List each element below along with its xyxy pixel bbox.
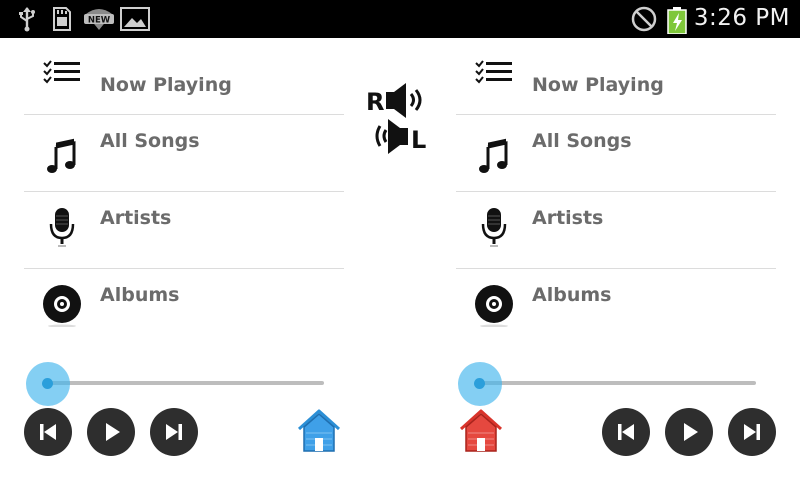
right-menu-all-songs[interactable]: All Songs — [456, 115, 776, 192]
microphone-icon — [481, 208, 507, 247]
home-icon — [459, 409, 503, 452]
album-disc-icon — [475, 285, 513, 327]
next-icon — [166, 424, 182, 440]
playlist-icon — [475, 60, 512, 84]
battery-charging-icon — [667, 7, 687, 34]
previous-icon — [40, 424, 56, 440]
sd-card-icon — [53, 7, 71, 31]
music-note-icon — [479, 138, 508, 173]
menu-label: Now Playing — [100, 74, 232, 96]
right-play-button[interactable] — [665, 408, 713, 456]
previous-icon — [618, 424, 634, 440]
right-menu-now-playing[interactable]: Now Playing — [456, 38, 776, 115]
left-play-button[interactable] — [87, 408, 135, 456]
microphone-icon — [49, 208, 75, 247]
swap-left-letter: L — [411, 126, 426, 154]
swap-channels-icon: R L — [366, 83, 426, 154]
left-home-button[interactable] — [296, 408, 342, 454]
status-time: 3:26 PM — [693, 5, 790, 31]
new-badge-text: NEW — [88, 16, 111, 26]
left-player-panel: Now Playing All Songs Artists Albums — [24, 38, 344, 346]
menu-label: Albums — [532, 284, 612, 306]
home-icon — [297, 409, 341, 452]
next-icon — [744, 424, 760, 440]
swap-channels-button[interactable]: R L — [364, 82, 434, 160]
slider-track[interactable] — [476, 381, 756, 385]
right-menu-artists[interactable]: Artists — [456, 192, 776, 269]
right-next-button[interactable] — [728, 408, 776, 456]
menu-label: Artists — [100, 207, 172, 229]
left-menu-albums[interactable]: Albums — [24, 269, 344, 346]
swap-right-letter: R — [366, 88, 384, 116]
slider-thumb[interactable] — [474, 378, 485, 389]
status-bar: NEW 3:26 PM — [0, 0, 800, 38]
left-menu-all-songs[interactable]: All Songs — [24, 115, 344, 192]
left-menu-artists[interactable]: Artists — [24, 192, 344, 269]
music-note-icon — [47, 138, 76, 173]
left-seek-slider[interactable] — [24, 362, 324, 406]
no-sim-icon — [631, 6, 657, 32]
wifi-new-icon: NEW — [84, 9, 114, 30]
album-disc-icon — [43, 285, 81, 327]
playlist-icon — [43, 60, 80, 84]
left-next-button[interactable] — [150, 408, 198, 456]
left-menu-now-playing[interactable]: Now Playing — [24, 38, 344, 115]
menu-label: Artists — [532, 207, 604, 229]
play-icon — [106, 423, 120, 441]
right-home-button[interactable] — [458, 408, 504, 454]
menu-label: Albums — [100, 284, 180, 306]
slider-track[interactable] — [44, 381, 324, 385]
right-seek-slider[interactable] — [456, 362, 756, 406]
menu-label: Now Playing — [532, 74, 664, 96]
right-menu-albums[interactable]: Albums — [456, 269, 776, 346]
left-previous-button[interactable] — [24, 408, 72, 456]
menu-label: All Songs — [100, 130, 200, 152]
right-previous-button[interactable] — [602, 408, 650, 456]
image-icon — [120, 7, 150, 31]
play-icon — [684, 423, 698, 441]
menu-label: All Songs — [532, 130, 632, 152]
right-player-panel: Now Playing All Songs Artists Albums — [456, 38, 776, 346]
usb-icon — [19, 7, 35, 32]
slider-thumb[interactable] — [42, 378, 53, 389]
